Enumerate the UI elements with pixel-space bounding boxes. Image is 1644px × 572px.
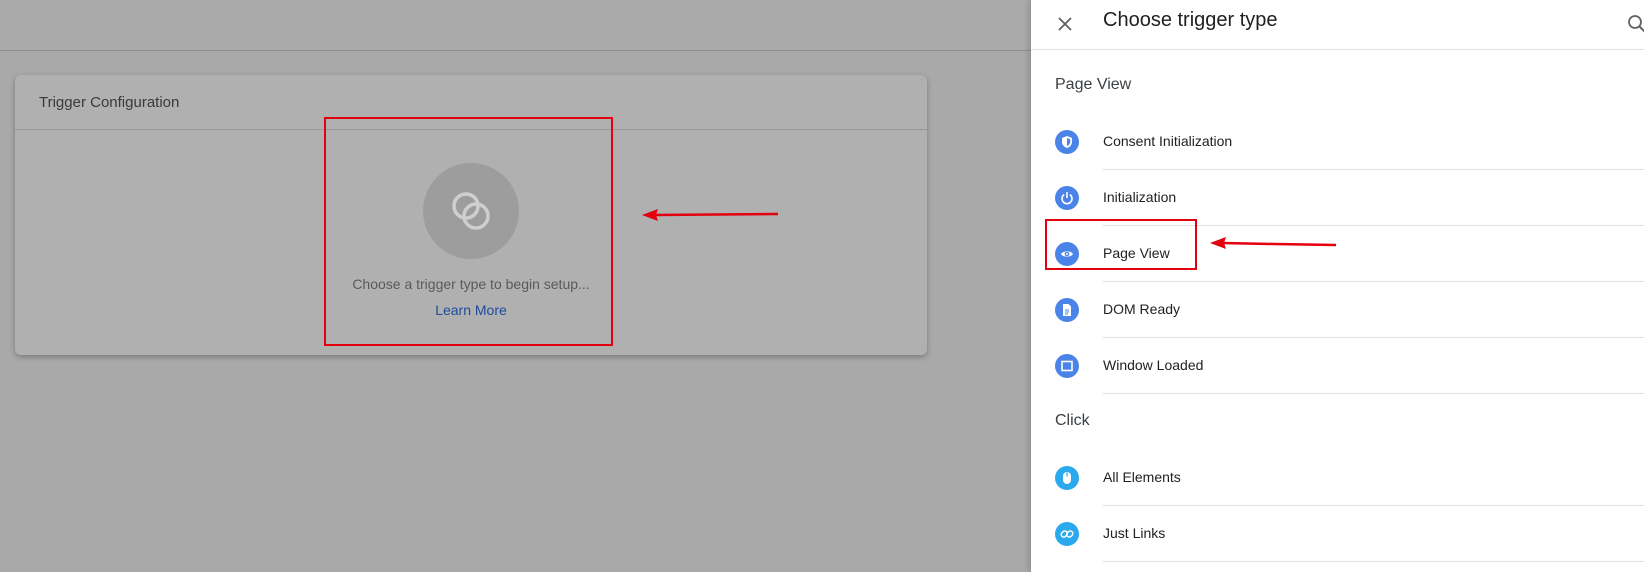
annotation-highlight-box-page-view — [1045, 219, 1197, 270]
search-button[interactable] — [1621, 8, 1644, 40]
card-title: Trigger Configuration — [39, 93, 180, 111]
item-label: DOM Ready — [1103, 301, 1181, 317]
trigger-item-consent-initialization[interactable]: Consent Initialization — [1031, 114, 1644, 170]
item-label: Just Links — [1103, 525, 1166, 541]
search-icon — [1628, 15, 1644, 33]
trigger-item-just-links[interactable]: Just Links — [1031, 506, 1644, 562]
annotation-highlight-box — [324, 117, 613, 346]
trigger-item-all-elements[interactable]: All Elements — [1031, 450, 1644, 506]
link-icon — [1055, 522, 1079, 546]
item-divider — [1103, 561, 1644, 562]
trigger-item-dom-ready[interactable]: DOM Ready — [1031, 282, 1644, 338]
panel-header: Choose trigger type — [1031, 0, 1644, 50]
item-label: Window Loaded — [1103, 357, 1204, 373]
item-label: Consent Initialization — [1103, 133, 1233, 149]
power-icon — [1055, 186, 1079, 210]
background-top-bar — [0, 0, 1031, 51]
close-button[interactable] — [1049, 8, 1081, 40]
section-title-click: Click — [1055, 412, 1090, 429]
trigger-item-initialization[interactable]: Initialization — [1031, 170, 1644, 226]
item-label: Initialization — [1103, 189, 1177, 205]
panel-title: Choose trigger type — [1103, 9, 1278, 31]
item-label: All Elements — [1103, 469, 1181, 485]
annotation-arrow-page-view — [1210, 237, 1337, 249]
screen: Trigger Configuration Choose a trigger t… — [0, 0, 1644, 572]
annotation-arrow — [642, 209, 779, 221]
trigger-type-panel: Choose trigger type Page View Consent In… — [1031, 0, 1644, 572]
close-icon — [1058, 17, 1072, 31]
document-icon — [1055, 298, 1079, 322]
mouse-icon — [1055, 466, 1079, 490]
shield-icon — [1055, 130, 1079, 154]
window-icon — [1055, 354, 1079, 378]
section-title-page-view: Page View — [1055, 76, 1132, 93]
trigger-item-window-loaded[interactable]: Window Loaded — [1031, 338, 1644, 394]
item-divider — [1103, 393, 1644, 394]
